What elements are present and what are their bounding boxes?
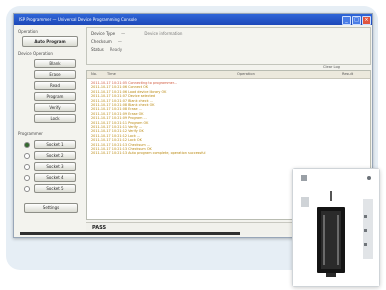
log-line: 2011-10-17 10:21:12 Verify OK [91, 129, 144, 134]
log-line: 2011-10-17 10:21:07 Device selected [91, 94, 156, 99]
socket-4-button[interactable]: Socket 4 [34, 173, 76, 182]
log-line: 2011-10-17 10:21:12 Lock OK [91, 138, 142, 143]
verify-button[interactable]: Verify [34, 103, 76, 112]
device-type-label: Device Type [91, 31, 116, 36]
log-line: 2011-10-17 10:21:08 Blank check OK [91, 103, 155, 107]
read-button[interactable]: Read [34, 81, 76, 90]
checksum-label: Checksum [91, 39, 112, 44]
device-type-row: Device Type — Device information [91, 31, 182, 36]
log-column-time: Time [107, 72, 116, 76]
progress-bar [20, 232, 240, 235]
socket-5-radio[interactable] [24, 186, 30, 192]
socket-4-radio[interactable] [24, 175, 30, 181]
minimize-button[interactable]: _ [342, 16, 351, 25]
log-line: 2011-10-17 10:21:13 Checksum OK [91, 147, 152, 151]
operation-section-title: Operation [18, 29, 38, 34]
device-type-value: — [121, 31, 126, 36]
programmer-section-title: Programmer [18, 131, 43, 136]
log-line: 2011-10-17 10:21:06 Load device library … [91, 89, 167, 94]
device-info-extra: Device information [144, 31, 183, 36]
socket-1-radio[interactable] [24, 142, 30, 148]
device-info-panel: Device Type — Device information Checksum… [86, 27, 371, 65]
title-bar: ISP Programmer — Universal Device Progra… [14, 14, 372, 25]
log-line: 2011-10-17 10:21:13 Auto program complet… [91, 151, 206, 156]
progress-fill [20, 232, 240, 235]
log-line: 2011-10-17 10:21:07 Blank check ... [91, 98, 153, 103]
socket-5-button[interactable]: Socket 5 [34, 184, 76, 193]
device-operation-section-title: Device Operation [18, 51, 53, 56]
status-value: Ready [109, 47, 123, 52]
log-line: 2011-10-17 10:21:05 Connecting to progra… [91, 81, 178, 85]
log-line: 2011-10-17 10:21:11 Program OK [91, 120, 149, 125]
socket-2-radio[interactable] [24, 153, 30, 159]
socket-3-button[interactable]: Socket 3 [34, 162, 76, 171]
auto-program-button[interactable]: Auto Program [22, 36, 78, 47]
socket-3-radio[interactable] [24, 164, 30, 170]
log-line: 2011-10-17 10:21:08 Erase ... [91, 107, 142, 112]
programmer-device-photo [292, 168, 380, 287]
clear-log-link[interactable]: Clear Log [323, 65, 340, 69]
log-line: 2011-10-17 10:21:09 Program ... [91, 116, 147, 121]
checksum-value: — [117, 39, 122, 44]
blank-button[interactable]: Blank [34, 59, 76, 68]
log-line: 2011-10-17 10:21:13 Checksum ... [91, 142, 151, 147]
sidebar: Operation Auto Program Device Operation … [16, 27, 80, 235]
erase-button[interactable]: Erase [34, 70, 76, 79]
settings-button[interactable]: Settings [24, 203, 78, 213]
window-title: ISP Programmer — Universal Device Progra… [19, 17, 137, 22]
lock-button[interactable]: Lock [34, 114, 76, 123]
log-column-operation: Operation [237, 72, 255, 76]
status-row: Status Ready [91, 47, 122, 52]
socket-1-button[interactable]: Socket 1 [34, 140, 76, 149]
log-column-no: No. [91, 72, 97, 76]
log-line: 2011-10-17 10:21:06 Connect OK [91, 85, 149, 90]
program-button[interactable]: Program [34, 92, 76, 101]
log-column-result: Result [342, 72, 354, 76]
status-label: Status [91, 47, 104, 52]
result-status-text: PASS [92, 225, 107, 231]
maximize-button[interactable]: □ [352, 16, 361, 25]
log-header: No. Time Operation Result [87, 71, 370, 79]
checksum-row: Checksum — [91, 39, 122, 44]
socket-2-button[interactable]: Socket 2 [34, 151, 76, 160]
log-line: 2011-10-17 10:21:09 Erase OK [91, 111, 144, 116]
log-line: 2011-10-17 10:21:11 Verify ... [91, 125, 143, 129]
close-button[interactable]: × [362, 16, 371, 25]
programmer-device-illustration [293, 169, 379, 286]
log-line: 2011-10-17 10:21:12 Lock ... [91, 133, 141, 138]
